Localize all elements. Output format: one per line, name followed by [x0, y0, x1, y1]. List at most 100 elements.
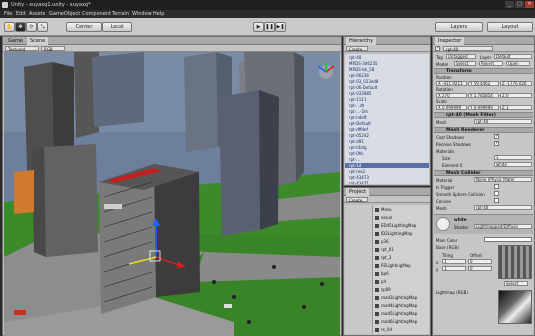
move-tool-button[interactable]: ✥	[15, 22, 26, 32]
mesh-renderer-header[interactable]: Mesh Renderer	[434, 127, 533, 133]
collider-mesh-field[interactable]: rpt-40	[474, 205, 532, 210]
list-item[interactable]: ED45LightingMap	[375, 223, 416, 228]
pivot-center-toggle[interactable]: Center	[66, 22, 102, 32]
list-item[interactable]: road6LightingMap	[375, 319, 417, 324]
list-item[interactable]: road5LightingMap	[375, 311, 417, 316]
list-item[interactable]: rpt-hdeft	[349, 115, 367, 120]
pause-button[interactable]: ❚❚	[264, 22, 275, 32]
tab-inspector[interactable]: Inspector	[435, 37, 465, 45]
minimize-button[interactable]: _	[505, 1, 514, 8]
base-texture-thumbnail[interactable]	[498, 245, 532, 279]
step-button[interactable]: ▶❚	[275, 22, 286, 32]
list-item[interactable]: road4LightingMap	[375, 303, 417, 308]
list-item[interactable]: Mesu	[375, 207, 392, 212]
menu-edit[interactable]: Edit	[16, 11, 26, 17]
list-item[interactable]: rpt-Default	[349, 121, 371, 126]
list-item[interactable]: rpt-05242	[349, 133, 369, 138]
list-item[interactable]: rpt-dffdef	[349, 127, 368, 132]
list-item[interactable]: sp09	[375, 287, 391, 292]
render-mode-dropdown[interactable]: RGB	[41, 46, 65, 52]
list-item[interactable]: rpt-...-5m	[349, 109, 368, 114]
prefab-open-button[interactable]: Open	[506, 61, 530, 66]
list-item[interactable]: rpt-43473	[349, 175, 369, 180]
list-item[interactable]: MRDS-bk_58	[349, 67, 374, 72]
rotation-y-field[interactable]: Y 1.785854	[468, 93, 499, 98]
list-item[interactable]: rpt-03_023ad8	[349, 79, 378, 84]
offset-x-field[interactable]: 0	[468, 259, 492, 264]
materials-size-field[interactable]: 1	[494, 155, 532, 160]
list-item[interactable]: road3LightingMap	[375, 295, 417, 300]
transform-header[interactable]: Transform	[434, 68, 533, 74]
menu-assets[interactable]: Assets	[29, 11, 45, 17]
list-item[interactable]: rpt-43471	[349, 181, 369, 184]
offset-y-field[interactable]: 0	[468, 266, 492, 271]
position-x-field[interactable]: X -411.9213	[436, 81, 467, 86]
layout-dropdown[interactable]: Layout	[487, 22, 533, 32]
list-item[interactable]: sssun	[375, 215, 392, 220]
collider-material-field[interactable]: None (Physic Mater	[474, 177, 532, 182]
scale-x-field[interactable]: X 0.999999	[436, 105, 467, 110]
rotation-z-field[interactable]: Z 0	[500, 93, 532, 98]
hand-tool-button[interactable]: ✋	[4, 22, 15, 32]
list-item[interactable]: rpt-1111	[349, 97, 366, 102]
prefab-select-button[interactable]: Select	[454, 61, 476, 66]
list-item[interactable]: rpt-033985	[349, 91, 371, 96]
menu-gameobject[interactable]: GameObject	[49, 11, 80, 17]
lightmap-texture-thumbnail[interactable]	[498, 290, 532, 324]
prefab-revert-button[interactable]: Revert	[479, 61, 503, 66]
list-item[interactable]: rpt_01	[375, 247, 394, 252]
scene-viewport[interactable]	[4, 52, 340, 336]
list-item[interactable]: p4	[375, 279, 386, 284]
main-color-swatch[interactable]	[484, 237, 532, 242]
list-item[interactable]: rpt-...dt	[349, 103, 364, 108]
scale-z-field[interactable]: Z 1	[500, 105, 532, 110]
position-z-field[interactable]: Z -1776.026	[500, 81, 532, 86]
tag-dropdown[interactable]: Untagged	[446, 54, 476, 59]
maximize-button[interactable]: □	[515, 1, 524, 8]
object-name-field[interactable]: rpt-40	[443, 46, 493, 52]
list-item[interactable]: rpt-...	[349, 157, 360, 162]
materials-label[interactable]: Materials	[436, 149, 454, 154]
menu-window[interactable]: Window	[132, 11, 152, 17]
layer-dropdown[interactable]: Default	[494, 54, 532, 59]
list-item[interactable]: rpt-06-Default	[349, 85, 377, 90]
scale-tool-button[interactable]: ⤡	[37, 22, 48, 32]
list-item[interactable]: ID2LightingMap	[375, 231, 412, 236]
mesh-field[interactable]: rpt-40	[474, 119, 532, 124]
menu-terrain[interactable]: Terrain	[112, 11, 129, 17]
shading-mode-dropdown[interactable]: Textured	[5, 46, 39, 52]
close-button[interactable]: ✕	[525, 1, 534, 8]
material-element-field[interactable]: white	[494, 162, 532, 167]
list-item[interactable]: PZLightingMap	[375, 263, 411, 268]
convex-checkbox[interactable]	[494, 198, 499, 203]
hierarchy-create-button[interactable]: Create	[346, 46, 368, 52]
list-item[interactable]: MRDS-346235	[349, 61, 378, 66]
mesh-filter-header[interactable]: rpt-40 (Mesh Filter)	[434, 112, 533, 118]
layers-dropdown[interactable]: Layers	[435, 22, 483, 32]
tab-scene[interactable]: Scene	[27, 37, 49, 45]
cast-shadows-checkbox[interactable]	[494, 133, 499, 139]
pivot-local-toggle[interactable]: Local	[102, 22, 132, 32]
list-item[interactable]: rpt-0hk	[349, 151, 364, 156]
project-folder-tree[interactable]	[345, 205, 373, 334]
menu-help[interactable]: Help	[153, 11, 164, 17]
tab-project[interactable]: Project	[346, 188, 370, 196]
tab-hierarchy[interactable]: Hierarchy	[346, 37, 377, 45]
rotation-x-field[interactable]: X 270	[436, 93, 467, 98]
rotate-tool-button[interactable]: ⟳	[26, 22, 37, 32]
list-item[interactable]: rpt-d91	[349, 139, 364, 144]
list-item[interactable]: rpt-06236	[349, 73, 369, 78]
list-item-selected[interactable]: rpt-1d	[345, 163, 429, 168]
position-y-field[interactable]: Y 59.4462	[468, 81, 499, 86]
list-item[interactable]: bp6	[375, 271, 389, 276]
tab-game[interactable]: Game	[5, 37, 26, 45]
smooth-collision-checkbox[interactable]	[494, 191, 499, 196]
texture-select-button[interactable]: Select	[504, 281, 528, 286]
shader-dropdown[interactable]: Lightmapped/Diffuse	[474, 224, 532, 229]
list-item[interactable]: rpt-40	[349, 55, 361, 60]
menu-component[interactable]: Component	[82, 11, 111, 17]
play-button[interactable]: ▶	[253, 22, 264, 32]
list-item[interactable]: rpt-mx2	[349, 169, 365, 174]
list-item[interactable]: rx_04	[375, 327, 392, 332]
object-active-checkbox[interactable]	[435, 45, 440, 51]
